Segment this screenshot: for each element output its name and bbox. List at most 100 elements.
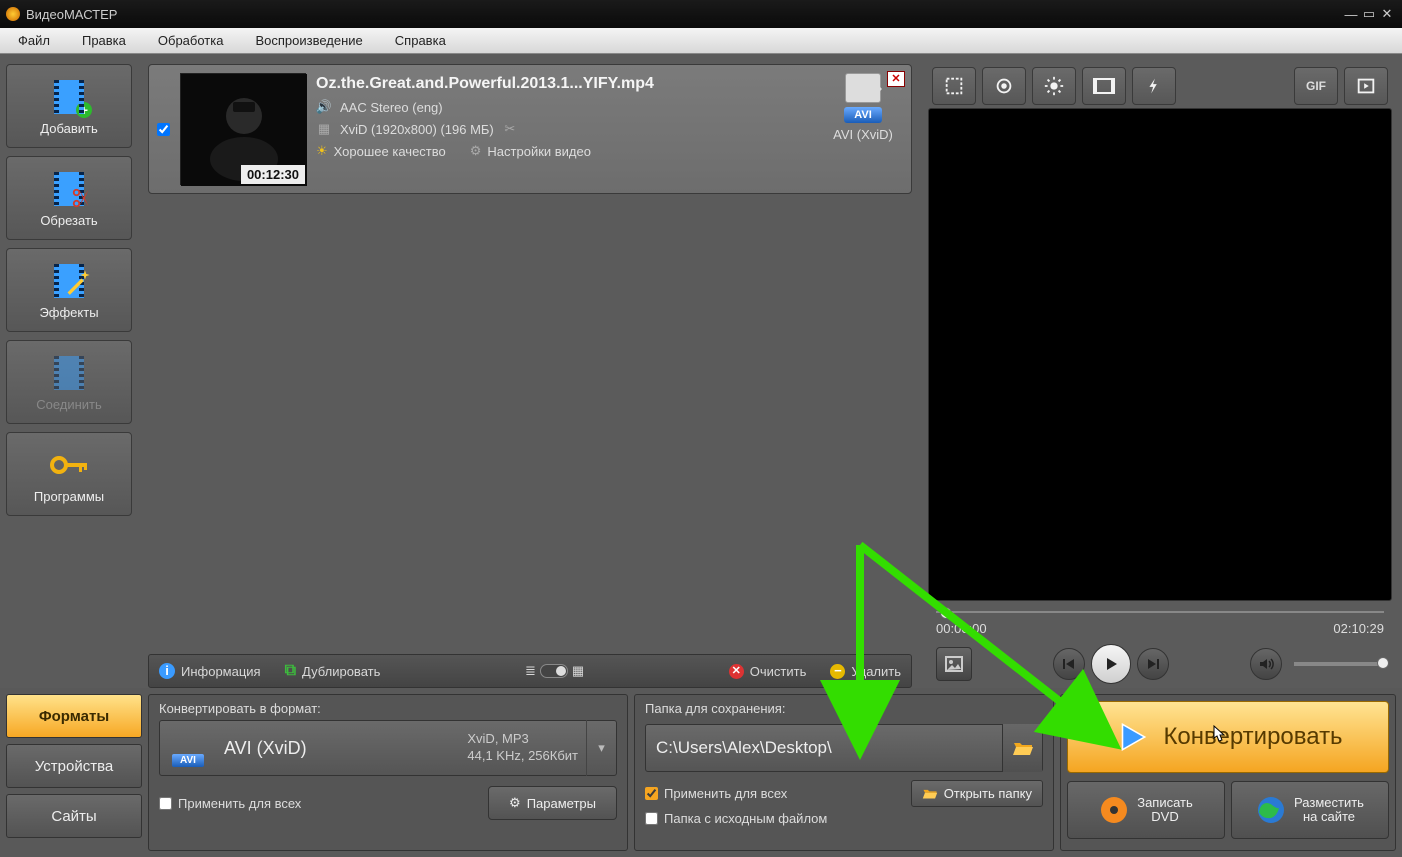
preview-toolbar: GIF <box>928 64 1392 108</box>
effects-preview-button[interactable] <box>982 67 1026 105</box>
next-button[interactable] <box>1137 648 1169 680</box>
tab-devices[interactable]: Устройства <box>6 744 142 788</box>
file-quality: Хорошее качество <box>334 144 446 159</box>
speed-button[interactable] <box>1132 67 1176 105</box>
camera-icon <box>845 73 881 103</box>
save-panel: Папка для сохранения: Применить для всех… <box>634 694 1054 851</box>
menu-edit[interactable]: Правка <box>66 29 142 52</box>
open-folder-button[interactable]: Открыть папку <box>911 780 1043 807</box>
maximize-button[interactable]: ▭ <box>1360 6 1378 22</box>
video-preview[interactable] <box>928 108 1392 601</box>
app-logo-icon <box>6 7 20 21</box>
time-total: 02:10:29 <box>1333 621 1384 636</box>
delete-label: Удалить <box>851 664 901 679</box>
menu-help[interactable]: Справка <box>379 29 462 52</box>
file-audio: AAC Stereo (eng) <box>340 100 443 115</box>
programs-label: Программы <box>34 489 104 504</box>
snapshot-button[interactable] <box>936 647 972 681</box>
menu-file[interactable]: Файл <box>2 29 66 52</box>
effects-label: Эффекты <box>39 305 98 320</box>
programs-button[interactable]: Программы <box>6 432 132 516</box>
burn-label-1: Записать <box>1137 795 1193 810</box>
trim-button[interactable]: Обрезать <box>6 156 132 240</box>
menu-processing[interactable]: Обработка <box>142 29 240 52</box>
prev-button[interactable] <box>1053 648 1085 680</box>
info-icon: i <box>159 663 175 679</box>
app-title: ВидеоМАСТЕР <box>26 7 1342 22</box>
remove-file-button[interactable]: ✕ <box>887 71 905 87</box>
view-toggle[interactable]: ≣ ▦ <box>525 663 584 679</box>
info-button[interactable]: i Информация <box>159 663 261 679</box>
apply-all-save-checkbox[interactable] <box>645 787 658 800</box>
tab-formats[interactable]: Форматы <box>6 694 142 738</box>
grid-view-icon: ▦ <box>572 663 584 679</box>
file-thumbnail[interactable]: 00:12:30 <box>180 73 306 185</box>
save-header: Папка для сохранения: <box>645 701 1043 716</box>
titlebar: ВидеоМАСТЕР — ▭ ✕ <box>0 0 1402 28</box>
minimize-button[interactable]: — <box>1342 7 1360 22</box>
browse-button[interactable] <box>1002 724 1042 772</box>
video-settings-link[interactable]: ⚙ Настройки видео <box>470 143 591 159</box>
globe-icon <box>1256 795 1286 825</box>
format-picker[interactable]: AVI AVI (XviD) XviD, MP3 44,1 KHz, 256Кб… <box>159 720 617 776</box>
menu-playback[interactable]: Воспроизведение <box>239 29 378 52</box>
publish-button[interactable]: Разместитьна сайте <box>1231 781 1389 839</box>
action-panel: Конвертировать ЗаписатьDVD Разместитьна … <box>1060 694 1396 851</box>
output-path-field <box>645 724 1043 772</box>
add-label: Добавить <box>40 121 97 136</box>
brightness-button[interactable] <box>1032 67 1076 105</box>
film-icon: ▦ <box>316 121 332 137</box>
stabilize-button[interactable] <box>1082 67 1126 105</box>
use-source-folder-label: Папка с исходным файлом <box>664 811 827 826</box>
format-panel: Конвертировать в формат: AVI AVI (XviD) … <box>148 694 628 851</box>
join-button[interactable]: Соединить <box>6 340 132 424</box>
delete-button[interactable]: − Удалить <box>830 664 901 679</box>
format-audio: 44,1 KHz, 256Кбит <box>467 748 578 765</box>
fullscreen-button[interactable] <box>1344 67 1388 105</box>
file-info: Oz.the.Great.and.Powerful.2013.1...YIFY.… <box>316 73 813 159</box>
folder-open-icon <box>1012 739 1034 757</box>
close-button[interactable]: ✕ <box>1378 6 1396 22</box>
delete-icon: − <box>830 664 845 679</box>
play-icon <box>1113 718 1151 756</box>
volume-button[interactable] <box>1250 648 1282 680</box>
join-label: Соединить <box>36 397 102 412</box>
sidebar: + Добавить Обрезать Эффекты Соединить <box>0 54 138 688</box>
format-header: Конвертировать в формат: <box>159 701 617 716</box>
apply-all-save[interactable]: Применить для всех <box>645 786 787 801</box>
scissors-icon <box>49 169 89 209</box>
file-item[interactable]: 00:12:30 Oz.the.Great.and.Powerful.2013.… <box>148 64 912 194</box>
trim-label: Обрезать <box>40 213 97 228</box>
apply-all-format[interactable]: Применить для всех <box>159 796 301 811</box>
file-checkbox[interactable] <box>157 123 170 136</box>
crop-button[interactable] <box>932 67 976 105</box>
play-button[interactable] <box>1091 644 1131 684</box>
camera-icon <box>174 730 202 752</box>
clear-button[interactable]: ✕ Очистить <box>729 664 807 679</box>
gear-icon: ⚙ <box>470 143 482 159</box>
format-codec: XviD, MP3 <box>467 731 578 748</box>
disc-icon <box>1099 795 1129 825</box>
convert-button[interactable]: Конвертировать <box>1067 701 1389 773</box>
seek-slider[interactable] <box>936 607 1384 617</box>
volume-slider[interactable] <box>1294 662 1384 666</box>
target-badge: AVI <box>844 107 882 123</box>
preview-panel: GIF 00:00:00 02:10:29 <box>922 54 1402 688</box>
file-list: 00:12:30 Oz.the.Great.and.Powerful.2013.… <box>138 54 922 688</box>
use-source-folder-checkbox[interactable] <box>645 812 658 825</box>
apply-all-format-label: Применить для всех <box>178 796 301 811</box>
cut-icon[interactable]: ✂ <box>502 121 518 137</box>
duplicate-button[interactable]: ⧉ Дублировать <box>285 662 381 680</box>
gif-button[interactable]: GIF <box>1294 67 1338 105</box>
output-path-input[interactable] <box>646 738 1002 758</box>
add-button[interactable]: + Добавить <box>6 64 132 148</box>
tab-sites[interactable]: Сайты <box>6 794 142 838</box>
format-badge: AVI <box>172 754 204 767</box>
apply-all-format-checkbox[interactable] <box>159 797 172 810</box>
chevron-down-icon[interactable]: ▾ <box>586 720 616 776</box>
burn-dvd-button[interactable]: ЗаписатьDVD <box>1067 781 1225 839</box>
use-source-folder[interactable]: Папка с исходным файлом <box>645 811 827 826</box>
effects-button[interactable]: Эффекты <box>6 248 132 332</box>
parameters-button[interactable]: ⚙ Параметры <box>488 786 617 820</box>
list-toolbar: i Информация ⧉ Дублировать ≣ ▦ ✕ Очистит… <box>148 654 912 688</box>
